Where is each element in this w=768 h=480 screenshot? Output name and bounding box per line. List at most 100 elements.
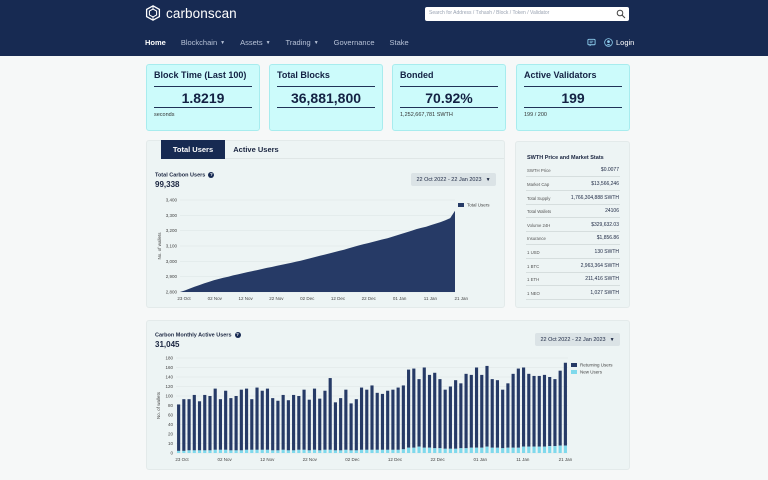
new-users-bar — [260, 449, 264, 453]
card-title: Bonded — [400, 70, 434, 80]
y-tick-label: 100 — [165, 394, 173, 399]
returning-users-bar — [365, 389, 369, 450]
carbonscan-logo[interactable]: carbonscan — [145, 5, 237, 21]
new-users-bar — [234, 450, 238, 453]
nav-home[interactable]: Home — [145, 38, 166, 47]
info-icon[interactable]: ? — [208, 172, 215, 178]
divider — [277, 107, 375, 108]
new-users-bar — [229, 450, 233, 453]
legend-label: New Users — [580, 370, 603, 375]
returning-users-bar — [203, 394, 207, 451]
divider — [154, 107, 252, 108]
stats-row: Insurance $1,856.86 — [526, 232, 620, 246]
returning-users-bar — [417, 379, 421, 447]
returning-users-bar — [391, 389, 395, 450]
returning-users-bar — [255, 387, 259, 450]
returning-users-bar — [548, 377, 552, 447]
tab-total-users[interactable]: Total Users — [161, 140, 225, 159]
returning-users-bar — [339, 398, 343, 451]
new-users-bar — [527, 446, 531, 453]
new-users-bar — [542, 446, 547, 453]
new-users-bar — [443, 448, 447, 453]
announcement-icon[interactable] — [587, 38, 596, 47]
returning-users-bar — [265, 388, 270, 450]
y-tick-label: 3,000 — [166, 259, 178, 264]
nav-assets-label: Assets — [240, 38, 263, 47]
search-input[interactable]: Search for Address / Txhash / Block / To… — [429, 10, 549, 16]
divider — [400, 86, 498, 87]
total-users-title-row: Total Carbon Users? — [155, 172, 215, 178]
nav-governance[interactable]: Governance — [334, 38, 375, 47]
returning-users-bar — [354, 399, 358, 451]
x-tick-label: 11 Jan — [516, 457, 530, 462]
returning-users-bar — [433, 372, 437, 449]
returning-users-bar — [396, 387, 400, 450]
x-tick-label: 02 Nov — [208, 296, 223, 301]
new-users-bar — [365, 449, 369, 453]
carbon-logo-icon — [145, 5, 161, 21]
new-users-bar — [417, 446, 421, 453]
new-users-bar — [386, 449, 390, 453]
nav-stake[interactable]: Stake — [390, 38, 409, 47]
returning-users-bar — [542, 374, 547, 447]
stats-row: 1 NEO 1,027 SWTH — [526, 286, 620, 300]
new-users-bar — [516, 447, 520, 453]
new-users-bar — [553, 446, 557, 453]
new-users-bar — [333, 450, 337, 453]
new-users-bar — [218, 449, 222, 453]
new-users-bar — [370, 449, 374, 453]
stats-label: Total Wallets — [527, 209, 552, 215]
total-users-chart: 2,800 2,900 3,000 3,100 3,200 3,300 3,400 23 Oc… — [157, 198, 490, 302]
returning-users-bar — [558, 370, 562, 446]
new-users-bar — [187, 450, 191, 453]
nav-blockchain[interactable]: Blockchain ▼ — [181, 38, 225, 47]
card-subtext: 199 / 200 — [524, 112, 547, 118]
new-users-bar — [339, 450, 343, 453]
returning-users-bar — [297, 396, 301, 450]
user-icon — [604, 38, 613, 47]
new-users-bar — [281, 449, 285, 453]
stats-value: 130 SWTH — [594, 248, 619, 255]
info-icon[interactable]: ? — [234, 332, 241, 338]
nav-assets[interactable]: Assets ▼ — [240, 38, 270, 47]
x-tick-label: 02 Nov — [217, 457, 232, 462]
card-subtext: seconds — [154, 112, 175, 118]
returning-users-bar — [328, 378, 332, 450]
card-value: 70.92% — [425, 90, 473, 106]
date-range-dropdown[interactable]: 22 Oct 2022 - 22 Jan 2023 ▼ — [411, 173, 496, 186]
returning-users-bar — [260, 390, 264, 450]
x-tick-label: 21 Jan — [559, 457, 573, 462]
nav-trading-label: Trading — [285, 38, 311, 47]
x-tick-label: 02 Dec — [345, 457, 360, 462]
y-tick-label: 0 — [170, 451, 173, 456]
returning-users-bar — [412, 368, 416, 448]
top-header: carbonscan Search for Address / Txhash /… — [0, 0, 768, 56]
stats-title: SWTH Price and Market Stats — [527, 155, 604, 161]
stats-label: Market Cap — [527, 181, 550, 187]
card-title: Active Validators — [524, 70, 597, 80]
nav-trading[interactable]: Trading ▼ — [286, 38, 319, 47]
returning-users-bar — [474, 367, 479, 448]
new-users-bar — [391, 449, 395, 453]
main-nav: Home Blockchain ▼ Assets ▼ Trading ▼ Govern… — [145, 38, 424, 47]
stats-value: 211,416 SWTH — [585, 276, 619, 283]
stats-row: 1 USD 130 SWTH — [526, 246, 620, 259]
login-button[interactable]: Login — [604, 38, 634, 47]
new-users-bar — [474, 447, 479, 453]
card-value: 1.8219 — [181, 90, 225, 106]
x-tick-label: 22 Nov — [303, 457, 318, 462]
stats-label: 1 BTC — [527, 263, 540, 269]
date-range-dropdown[interactable]: 22 Oct 2022 - 22 Jan 2023 ▼ — [535, 333, 620, 346]
tab-active-users[interactable]: Active Users — [225, 140, 287, 159]
legend-swatch — [571, 363, 577, 367]
search-icon[interactable] — [616, 9, 626, 19]
divider — [154, 86, 252, 87]
y-tick-label: 3,300 — [166, 213, 178, 218]
returning-users-bar — [438, 379, 442, 449]
search-box[interactable]: Search for Address / Txhash / Block / To… — [425, 7, 629, 21]
returning-users-bar — [469, 374, 473, 448]
market-stats-panel: SWTH Price and Market Stats SWTH Price $0… — [515, 141, 630, 308]
new-users-bar — [177, 450, 181, 453]
x-tick-label: 22 Nov — [269, 296, 284, 301]
returning-users-bar — [302, 389, 306, 450]
